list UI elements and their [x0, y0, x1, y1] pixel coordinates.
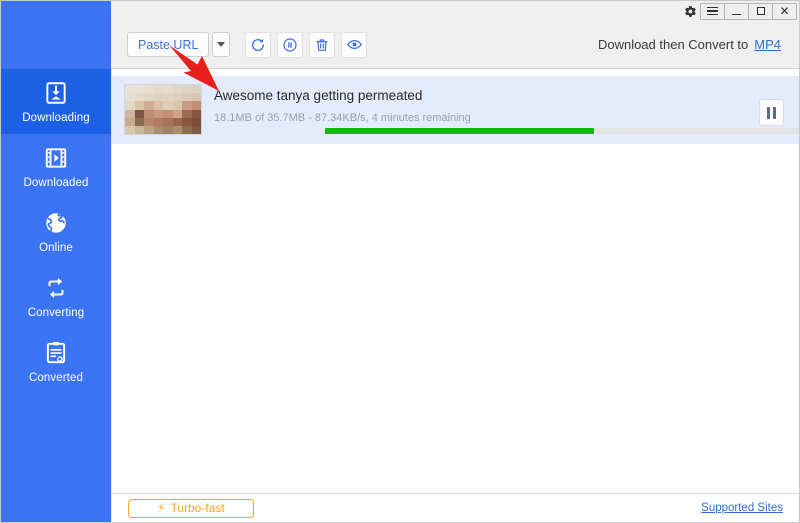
sidebar-item-converted[interactable]: Converted: [1, 329, 111, 394]
pause-icon-bar-left: [767, 106, 770, 119]
maximize-icon: [756, 7, 765, 15]
download-item-row[interactable]: Awesome tanya getting permeated 18.1MB o…: [112, 76, 799, 144]
supported-sites-link[interactable]: Supported Sites: [701, 502, 783, 514]
status-bar: ⚡ Turbo-fast Supported Sites: [111, 493, 799, 522]
paste-url-group: Paste URL: [127, 32, 231, 57]
download-box-icon: [42, 79, 70, 107]
download-item-title: Awesome tanya getting permeated: [214, 88, 423, 103]
title-bar: ✕: [1, 1, 799, 21]
pause-circle-icon[interactable]: [277, 31, 304, 58]
lightning-bolt-icon: ⚡: [157, 501, 166, 515]
sidebar-item-label: Online: [39, 242, 73, 254]
sidebar: Downloading Downloaded Online Converting…: [1, 21, 111, 522]
sidebar-item-label: Converting: [27, 307, 85, 319]
close-icon: ✕: [779, 4, 790, 18]
sidebar-item-downloaded[interactable]: Downloaded: [1, 134, 111, 199]
film-play-icon: [42, 144, 70, 172]
pause-download-button[interactable]: [759, 99, 784, 126]
pause-icon-bar-right: [773, 106, 776, 119]
toolbar-icon-group: [245, 31, 368, 58]
download-item-status: 18.1MB of 35.7MB - 87.34KB/s, 4 minutes …: [214, 112, 471, 124]
chevron-down-icon: [217, 42, 226, 47]
close-button[interactable]: ✕: [772, 2, 797, 20]
convert-arrows-icon: [42, 274, 70, 302]
paste-url-button[interactable]: Paste URL: [127, 32, 210, 57]
turbo-fast-label: Turbo-fast: [170, 501, 225, 515]
menu-button[interactable]: [700, 2, 725, 20]
download-progress-fill: [325, 128, 594, 134]
sidebar-item-label: Converted: [29, 372, 83, 384]
eye-icon[interactable]: [341, 31, 368, 58]
sidebar-item-downloading[interactable]: Downloading: [1, 69, 111, 134]
turbo-fast-button[interactable]: ⚡ Turbo-fast: [128, 498, 254, 518]
sidebar-item-converting[interactable]: Converting: [1, 264, 111, 329]
download-list: Awesome tanya getting permeated 18.1MB o…: [111, 69, 799, 495]
title-bar-brand-fill: [1, 1, 111, 21]
hamburger-icon: [707, 5, 718, 17]
thumbnail-mosaic: [125, 85, 201, 134]
paste-url-dropdown-button[interactable]: [212, 32, 231, 57]
window-controls: ✕: [679, 2, 797, 20]
convert-label: Download then Convert to: [597, 37, 749, 52]
refresh-icon[interactable]: [245, 31, 272, 58]
sidebar-item-label: Downloading: [22, 112, 90, 124]
sidebar-item-online[interactable]: Online: [1, 199, 111, 264]
video-thumbnail: [124, 84, 202, 135]
convert-format-link[interactable]: MP4: [754, 37, 781, 52]
convert-format-area: Download then Convert to MP4: [598, 37, 781, 52]
minimize-icon: [732, 13, 741, 15]
document-refresh-icon: [42, 339, 70, 367]
trash-icon[interactable]: [309, 31, 336, 58]
download-progress-track: [325, 128, 799, 134]
globe-icon: [42, 209, 70, 237]
app-window: ✕ YT Saver Paste URL: [0, 0, 800, 523]
minimize-button[interactable]: [724, 2, 749, 20]
sidebar-item-label: Downloaded: [23, 177, 89, 189]
maximize-button[interactable]: [748, 2, 773, 20]
toolbar: Paste URL Download then Convert to MP4: [111, 21, 799, 69]
gear-icon[interactable]: [679, 2, 701, 20]
download-item-info: Awesome tanya getting permeated 18.1MB o…: [214, 88, 799, 124]
